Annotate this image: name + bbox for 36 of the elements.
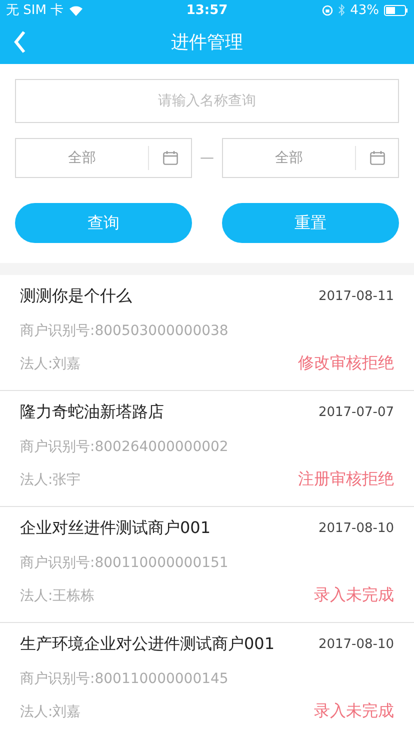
battery-percent: 43% xyxy=(350,2,380,18)
legal-person: 法人:刘嘉 xyxy=(20,702,81,720)
status-label: 录入未完成 xyxy=(314,701,394,722)
wifi-icon xyxy=(68,4,83,16)
merchant-name: 隆力奇蛇油新塔路店 xyxy=(20,402,164,423)
date-label: 2017-07-07 xyxy=(318,405,394,420)
carrier-label: 无 SIM 卡 xyxy=(6,2,64,19)
calendar-icon xyxy=(162,151,178,165)
date-label: 2017-08-11 xyxy=(318,289,394,304)
bluetooth-icon xyxy=(338,4,346,16)
legal-person: 法人:张宇 xyxy=(20,470,81,488)
battery-icon xyxy=(384,4,408,16)
legal-person: 法人:王栋栋 xyxy=(20,586,95,604)
time-label: 13:57 xyxy=(186,2,228,18)
merchant-item[interactable]: 生产环境企业对公进件测试商户001 2017-08-10 商户识别号:800110000000145 法人:刘嘉 录入未完成 xyxy=(0,623,414,736)
merchant-name: 生产环境企业对公进件测试商户001 xyxy=(20,634,275,655)
merchant-id: 商户识别号:800110000000145 xyxy=(20,670,228,688)
status-label: 录入未完成 xyxy=(314,585,394,606)
page-title: 进件管理 xyxy=(171,31,243,54)
merchant-id: 商户识别号:800264000000002 xyxy=(20,438,228,456)
merchant-item[interactable]: 测测你是个什么 2017-08-11 商户识别号:800503000000038 法人:刘嘉 修改审核拒绝 xyxy=(0,275,414,391)
date-label: 2017-08-10 xyxy=(318,521,394,536)
range-separator: — xyxy=(199,150,215,166)
merchant-id: 商户识别号:800110000000151 xyxy=(20,554,228,572)
merchant-name: 测测你是个什么 xyxy=(20,286,132,307)
search-field[interactable]: 请输入名称查询 xyxy=(15,79,399,123)
status-label: 修改审核拒绝 xyxy=(298,353,394,374)
merchant-item[interactable]: 企业对丝进件测试商户001 2017-08-10 商户识别号:800110000000151 法人:王栋栋 录入未完成 xyxy=(0,507,414,623)
merchant-id: 商户识别号:800503000000038 xyxy=(20,322,228,340)
status-label: 注册审核拒绝 xyxy=(298,469,394,490)
orientation-lock-icon xyxy=(322,4,334,16)
calendar-icon xyxy=(370,151,384,165)
legal-person: 法人:刘嘉 xyxy=(20,354,81,372)
merchant-name: 企业对丝进件测试商户001 xyxy=(20,518,211,539)
merchant-item[interactable]: 隆力奇蛇油新塔路店 2017-07-07 商户识别号:800264000000002 法人:张宇 注册审核拒绝 xyxy=(0,391,414,507)
date-label: 2017-08-10 xyxy=(318,637,394,652)
